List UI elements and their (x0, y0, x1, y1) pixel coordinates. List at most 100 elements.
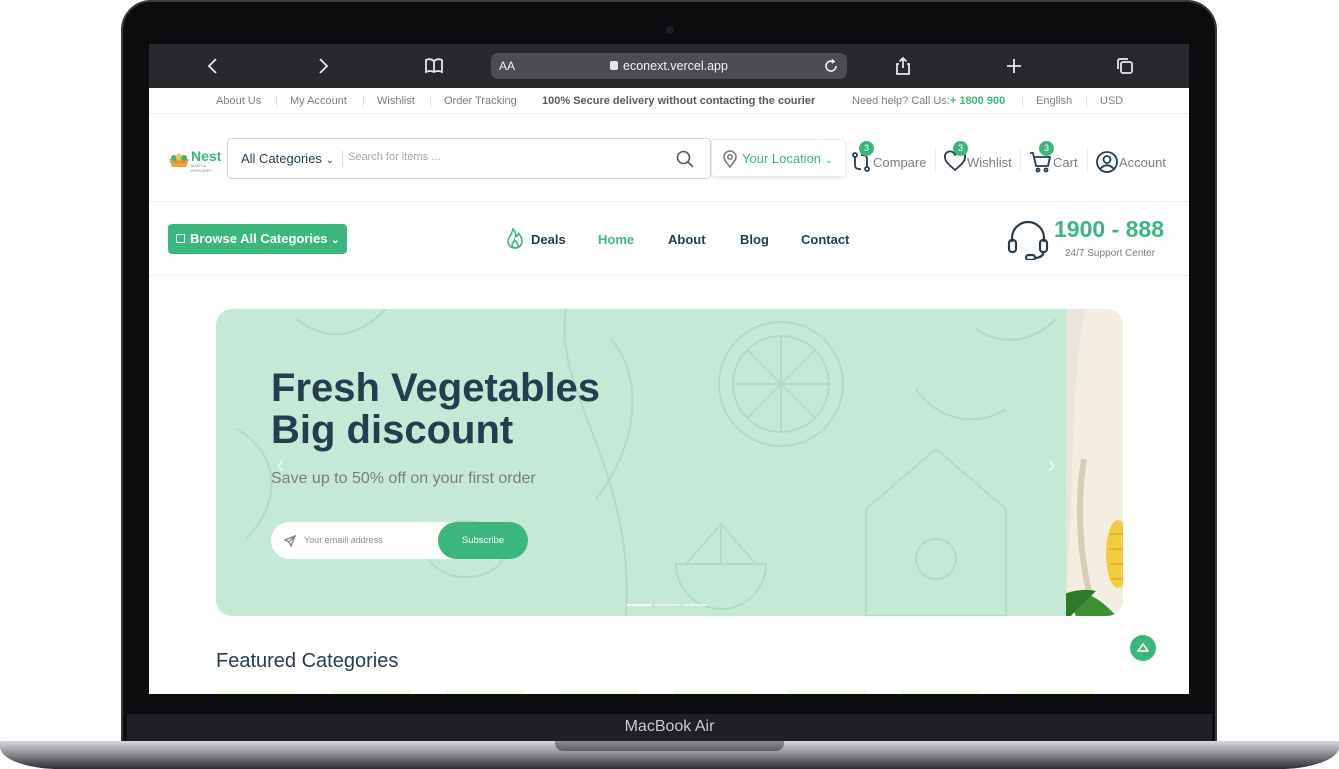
category-tile[interactable] (787, 689, 867, 694)
chevron-down-icon: ⌄ (824, 155, 834, 166)
compare-icon: 3 (849, 141, 874, 174)
topbar-link-about[interactable]: About Us (216, 95, 261, 107)
hero-title-line1: Fresh Vegetables (271, 366, 601, 410)
search-icon[interactable] (676, 150, 694, 168)
browser-toolbar: AA econext.vercel.app (149, 44, 1189, 88)
nav-blog[interactable]: Blog (740, 232, 769, 247)
wishlist-link[interactable]: 3 Wishlist (943, 141, 1012, 174)
chevron-down-icon: ⌄ (331, 235, 340, 246)
nav-contact[interactable]: Contact (801, 232, 849, 247)
new-tab-icon[interactable] (1002, 54, 1026, 78)
tabs-icon[interactable] (1113, 54, 1137, 78)
category-tile[interactable] (216, 689, 296, 694)
forward-icon[interactable] (311, 54, 335, 78)
grid-icon (176, 234, 185, 243)
delivery-notice: 100% Secure delivery without contacting … (542, 95, 816, 107)
divider (1020, 148, 1021, 172)
cart-label: Cart (1053, 154, 1078, 170)
cart-icon: 3 (1029, 141, 1054, 174)
address-bar[interactable]: AA econext.vercel.app (491, 53, 847, 79)
category-tile[interactable] (445, 689, 525, 694)
location-select[interactable]: Your Location ⌄ (711, 139, 846, 177)
category-tile[interactable] (559, 689, 639, 694)
category-select-label: All Categories (241, 151, 322, 166)
carousel-dot[interactable] (655, 604, 679, 606)
currency-select[interactable]: USD (1100, 95, 1123, 107)
logo-basket-icon (169, 153, 189, 167)
wishlist-count-badge: 3 (953, 141, 968, 156)
hero-title: Fresh Vegetables Big discount (271, 367, 600, 451)
category-tile[interactable] (901, 689, 981, 694)
divider (1086, 96, 1087, 107)
camera (666, 26, 674, 34)
search-box: All Categories ⌄ Search for items ... (227, 138, 711, 179)
main-nav: Browse All Categories ⌄ Deals Home About… (149, 202, 1189, 276)
featured-categories-title: Featured Categories (216, 650, 399, 672)
carousel-prev-icon[interactable]: ‹ (276, 449, 285, 480)
help-phone[interactable]: + 1800 900 (950, 95, 1005, 107)
topbar-link-wishlist[interactable]: Wishlist (377, 95, 415, 107)
url-display: econext.vercel.app (491, 59, 847, 73)
scroll-to-top-button[interactable] (1130, 635, 1156, 661)
newsletter-form: Your emaill address Subscribe (271, 522, 528, 559)
divider (1022, 96, 1023, 107)
map-pin-icon (722, 150, 738, 169)
search-input[interactable]: Search for items ... (348, 151, 440, 163)
headset-icon (1006, 218, 1050, 262)
subscribe-button[interactable]: Subscribe (438, 522, 528, 559)
compare-label: Compare (873, 154, 927, 170)
category-tile[interactable] (331, 689, 411, 694)
topbar-link-tracking[interactable]: Order Tracking (444, 95, 517, 107)
carousel-dot[interactable] (627, 604, 651, 606)
browse-categories-button[interactable]: Browse All Categories ⌄ (168, 224, 347, 254)
compare-link[interactable]: 3 Compare (849, 141, 927, 174)
account-link[interactable]: Account (1095, 150, 1166, 174)
support-label: 24/7 Support Center (1065, 248, 1156, 259)
divider (276, 96, 277, 107)
laptop-mockup: MacBook Air AA econext.vercel.app About … (0, 0, 1339, 769)
top-info-bar: About Us My Account Wishlist Order Track… (149, 88, 1189, 114)
hero-banner: Fresh Vegetables Big discount Save up to… (216, 309, 1123, 616)
logo-tagline: MART & GROCERY (191, 163, 212, 173)
product-photo (1026, 309, 1123, 616)
divider (935, 148, 936, 172)
user-icon (1095, 150, 1119, 174)
help-prefix: Need help? Call Us: (852, 95, 950, 107)
hero-subtitle: Save up to 50% off on your first order (271, 470, 536, 487)
site-header: Nest MART & GROCERY All Categories ⌄ Sea… (149, 114, 1189, 202)
help-text: Need help? Call Us:+ 1800 900 (852, 95, 1005, 107)
reload-icon[interactable] (823, 58, 839, 74)
category-tile[interactable] (1015, 689, 1095, 694)
category-tiles (216, 689, 1123, 694)
lock-icon (610, 61, 619, 70)
laptop-notch (555, 741, 784, 751)
language-select[interactable]: English (1036, 95, 1072, 107)
arrow-up-icon (1137, 643, 1149, 652)
carousel-dot[interactable] (683, 604, 707, 606)
cart-link[interactable]: 3 Cart (1029, 141, 1078, 174)
chevron-down-icon: ⌄ (325, 155, 334, 166)
send-icon (283, 534, 297, 548)
share-icon[interactable] (891, 54, 915, 78)
wishlist-label: Wishlist (967, 154, 1012, 170)
category-tile[interactable] (673, 689, 753, 694)
email-input[interactable]: Your emaill address (304, 535, 383, 545)
divider (363, 96, 364, 107)
location-text: Your Location (742, 151, 822, 166)
support-phone[interactable]: 1900 - 888 (1054, 216, 1164, 243)
hero-title-line2: Big discount (271, 408, 514, 452)
heart-icon: 3 (943, 141, 968, 174)
nav-home[interactable]: Home (598, 232, 634, 247)
device-label: MacBook Air (624, 718, 715, 735)
logo-name: Nest (191, 148, 222, 164)
carousel-next-icon[interactable]: › (1047, 449, 1056, 480)
back-icon[interactable] (201, 54, 225, 78)
logo[interactable]: Nest MART & GROCERY (168, 148, 226, 173)
nav-deals[interactable]: Deals (531, 232, 566, 247)
bookmarks-icon[interactable] (422, 54, 446, 78)
category-select[interactable]: All Categories ⌄ (241, 151, 334, 166)
topbar-link-account[interactable]: My Account (290, 95, 347, 107)
nav-about[interactable]: About (668, 232, 706, 247)
browse-label: Browse All Categories (190, 231, 328, 246)
compare-count-badge: 3 (859, 141, 874, 156)
